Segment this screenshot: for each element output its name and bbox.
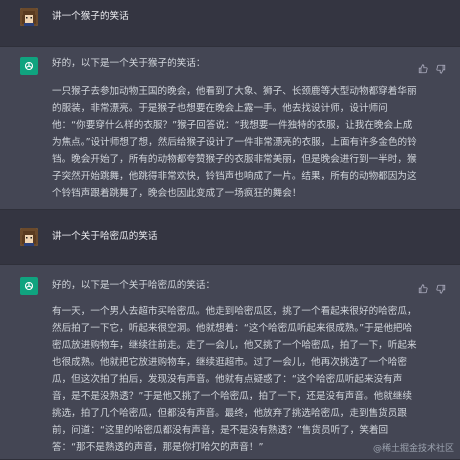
message-actions (418, 279, 446, 294)
thumbs-up-icon[interactable] (418, 279, 428, 294)
user-message-text: 讲一个猴子的笑话 (52, 11, 129, 22)
openai-logo-icon (24, 281, 34, 291)
assistant-message-row: 好的，以下是一个关于猴子的笑话： 一只猴子去参加动物王国的晚会，他看到了大象、狮… (0, 46, 460, 210)
thumbs-up-icon[interactable] (418, 59, 428, 74)
user-message-row: 讲一个猴子的笑话 (0, 0, 460, 34)
assistant-message-text: 一只猴子去参加动物王国的晚会，他看到了大象、狮子、长颈鹿等大型动物都穿着华丽的服… (52, 86, 417, 199)
thumbs-down-icon[interactable] (436, 59, 446, 74)
user-message-row: 讲一个关于哈密瓜的笑话 (0, 222, 460, 256)
user-avatar (20, 8, 38, 26)
user-avatar-icon (20, 228, 38, 246)
assistant-avatar (20, 57, 38, 75)
user-message-text: 讲一个关于哈密瓜的笑话 (52, 231, 158, 242)
openai-logo-icon (24, 61, 34, 71)
message-actions (418, 59, 446, 74)
user-avatar (20, 228, 38, 246)
watermark: @稀土掘金技术社区 (372, 444, 454, 454)
assistant-intro-text: 好的，以下是一个关于猴子的笑话： (52, 58, 206, 69)
assistant-avatar (20, 277, 38, 295)
assistant-intro-text: 好的，以下是一个关于哈密瓜的笑话： (52, 280, 216, 291)
user-avatar-icon (20, 8, 38, 26)
thumbs-down-icon[interactable] (436, 279, 446, 294)
assistant-message-row: 好的，以下是一个关于哈密瓜的笑话： 有一天，一个男人去超市买哈密瓜。他走到哈密瓜… (0, 264, 460, 460)
assistant-message-text: 有一天，一个男人去超市买哈密瓜。他走到哈密瓜区，挑了一个看起来很好的哈密瓜，然后… (52, 306, 417, 453)
